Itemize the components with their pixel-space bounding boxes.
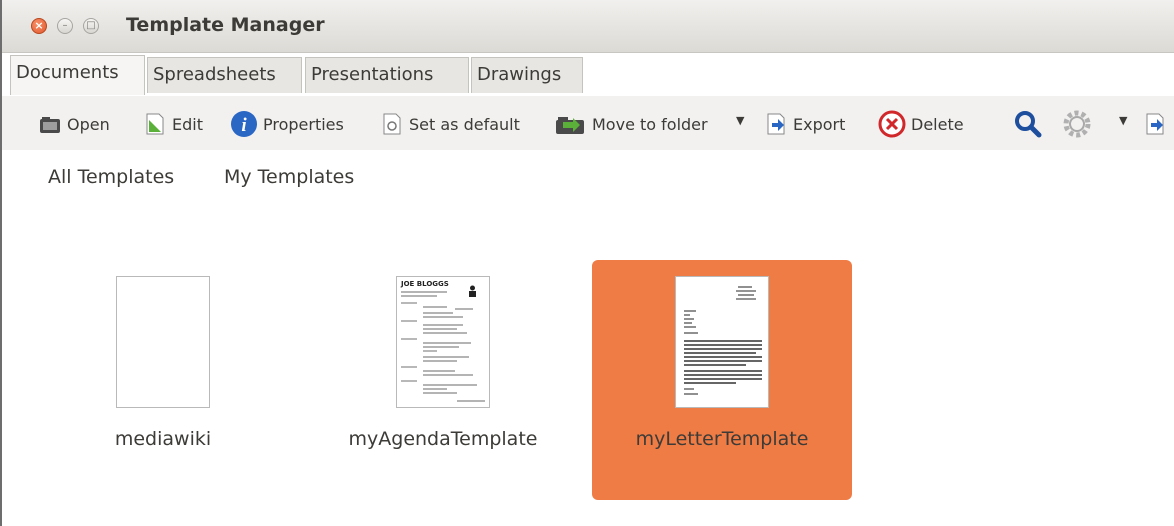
- open-label: Open: [67, 114, 110, 134]
- search-icon: [1013, 109, 1043, 139]
- template-name: myLetterTemplate: [635, 428, 809, 450]
- edit-button[interactable]: Edit: [143, 110, 203, 138]
- template-thumbnail: [675, 276, 769, 408]
- info-icon: i: [230, 110, 258, 138]
- set-default-button[interactable]: Set as default: [380, 110, 520, 138]
- window-edge: [0, 0, 2, 526]
- delete-label: Delete: [911, 114, 964, 134]
- properties-button[interactable]: i Properties: [230, 110, 344, 138]
- move-folder-icon: [553, 112, 587, 136]
- template-name: mediawiki: [114, 428, 212, 450]
- toolbar: Open Edit i Properties Set as default Mo…: [2, 96, 1174, 150]
- svg-text:i: i: [241, 115, 247, 136]
- set-default-label: Set as default: [409, 114, 520, 134]
- delete-icon: [878, 110, 906, 138]
- set-default-icon: [380, 112, 404, 136]
- delete-button[interactable]: Delete: [878, 110, 964, 138]
- nav-my-templates[interactable]: My Templates: [224, 166, 354, 188]
- tab-presentations[interactable]: Presentations: [305, 57, 469, 93]
- template-thumbnail: [116, 276, 210, 408]
- template-item-myagendatemplate[interactable]: JOE BLOGGS myAgendaTemplate: [313, 260, 573, 500]
- template-item-mylettertemplate[interactable]: myLetterTemplate: [592, 260, 852, 500]
- template-name: myAgendaTemplate: [348, 428, 538, 450]
- minimize-window-button[interactable]: –: [57, 18, 73, 34]
- tab-spreadsheets[interactable]: Spreadsheets: [147, 57, 302, 93]
- nav-all-templates[interactable]: All Templates: [48, 166, 174, 188]
- move-to-folder-dropdown-icon[interactable]: ▼: [736, 114, 744, 127]
- settings-dropdown-icon[interactable]: ▼: [1119, 114, 1127, 127]
- export-button[interactable]: Export: [764, 110, 845, 138]
- maximize-window-button[interactable]: □: [83, 18, 99, 34]
- thumbnail-lines: [684, 286, 762, 395]
- import-icon: [1143, 112, 1167, 136]
- edit-document-icon: [143, 112, 167, 136]
- tab-documents[interactable]: Documents: [10, 55, 145, 95]
- title-bar: × – □ Template Manager: [2, 0, 1174, 53]
- window-title: Template Manager: [126, 14, 325, 36]
- gear-icon: [1062, 109, 1092, 139]
- folder-open-icon: [38, 112, 62, 136]
- edit-label: Edit: [172, 114, 203, 134]
- export-icon: [764, 112, 788, 136]
- move-to-folder-button[interactable]: Move to folder: [553, 110, 708, 138]
- properties-label: Properties: [263, 114, 344, 134]
- tab-drawings[interactable]: Drawings: [471, 57, 583, 93]
- move-to-folder-label: Move to folder: [592, 114, 708, 134]
- thumbnail-lines: [401, 291, 485, 402]
- template-item-mediawiki[interactable]: mediawiki: [33, 260, 293, 500]
- search-button[interactable]: [1013, 110, 1043, 138]
- template-thumbnail: JOE BLOGGS: [396, 276, 490, 408]
- open-button[interactable]: Open: [38, 110, 110, 138]
- settings-button[interactable]: [1062, 110, 1092, 138]
- import-button[interactable]: [1143, 110, 1167, 138]
- export-label: Export: [793, 114, 846, 134]
- close-window-button[interactable]: ×: [31, 18, 47, 34]
